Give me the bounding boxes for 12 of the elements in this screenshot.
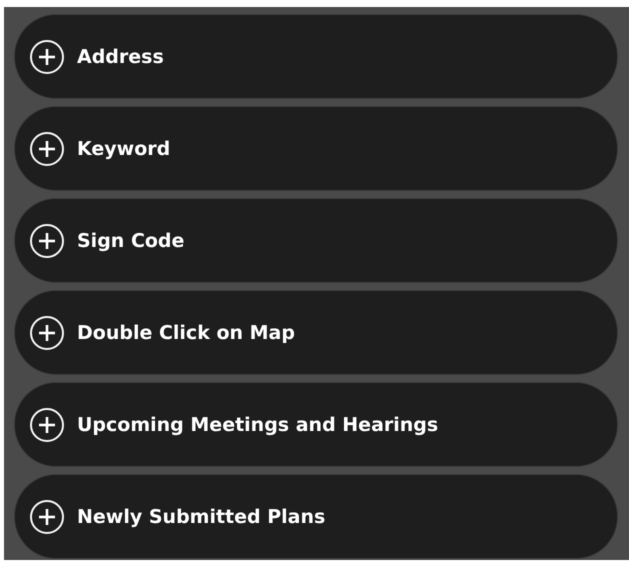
- expand-icon: [29, 38, 65, 74]
- expand-icon: [29, 222, 65, 258]
- accordion-header[interactable]: Sign Code: [14, 198, 618, 283]
- expand-icon: [29, 314, 65, 350]
- expand-icon: [29, 406, 65, 442]
- expand-icon: [29, 498, 65, 534]
- accordion-header[interactable]: Double Click on Map: [14, 290, 618, 375]
- accordion-header[interactable]: Newly Submitted Plans: [14, 474, 618, 559]
- accordion-header[interactable]: Keyword: [14, 106, 618, 191]
- accordion-header[interactable]: Upcoming Meetings and Hearings: [14, 382, 618, 467]
- accordion-header[interactable]: Address: [14, 14, 618, 99]
- expand-icon: [29, 130, 65, 166]
